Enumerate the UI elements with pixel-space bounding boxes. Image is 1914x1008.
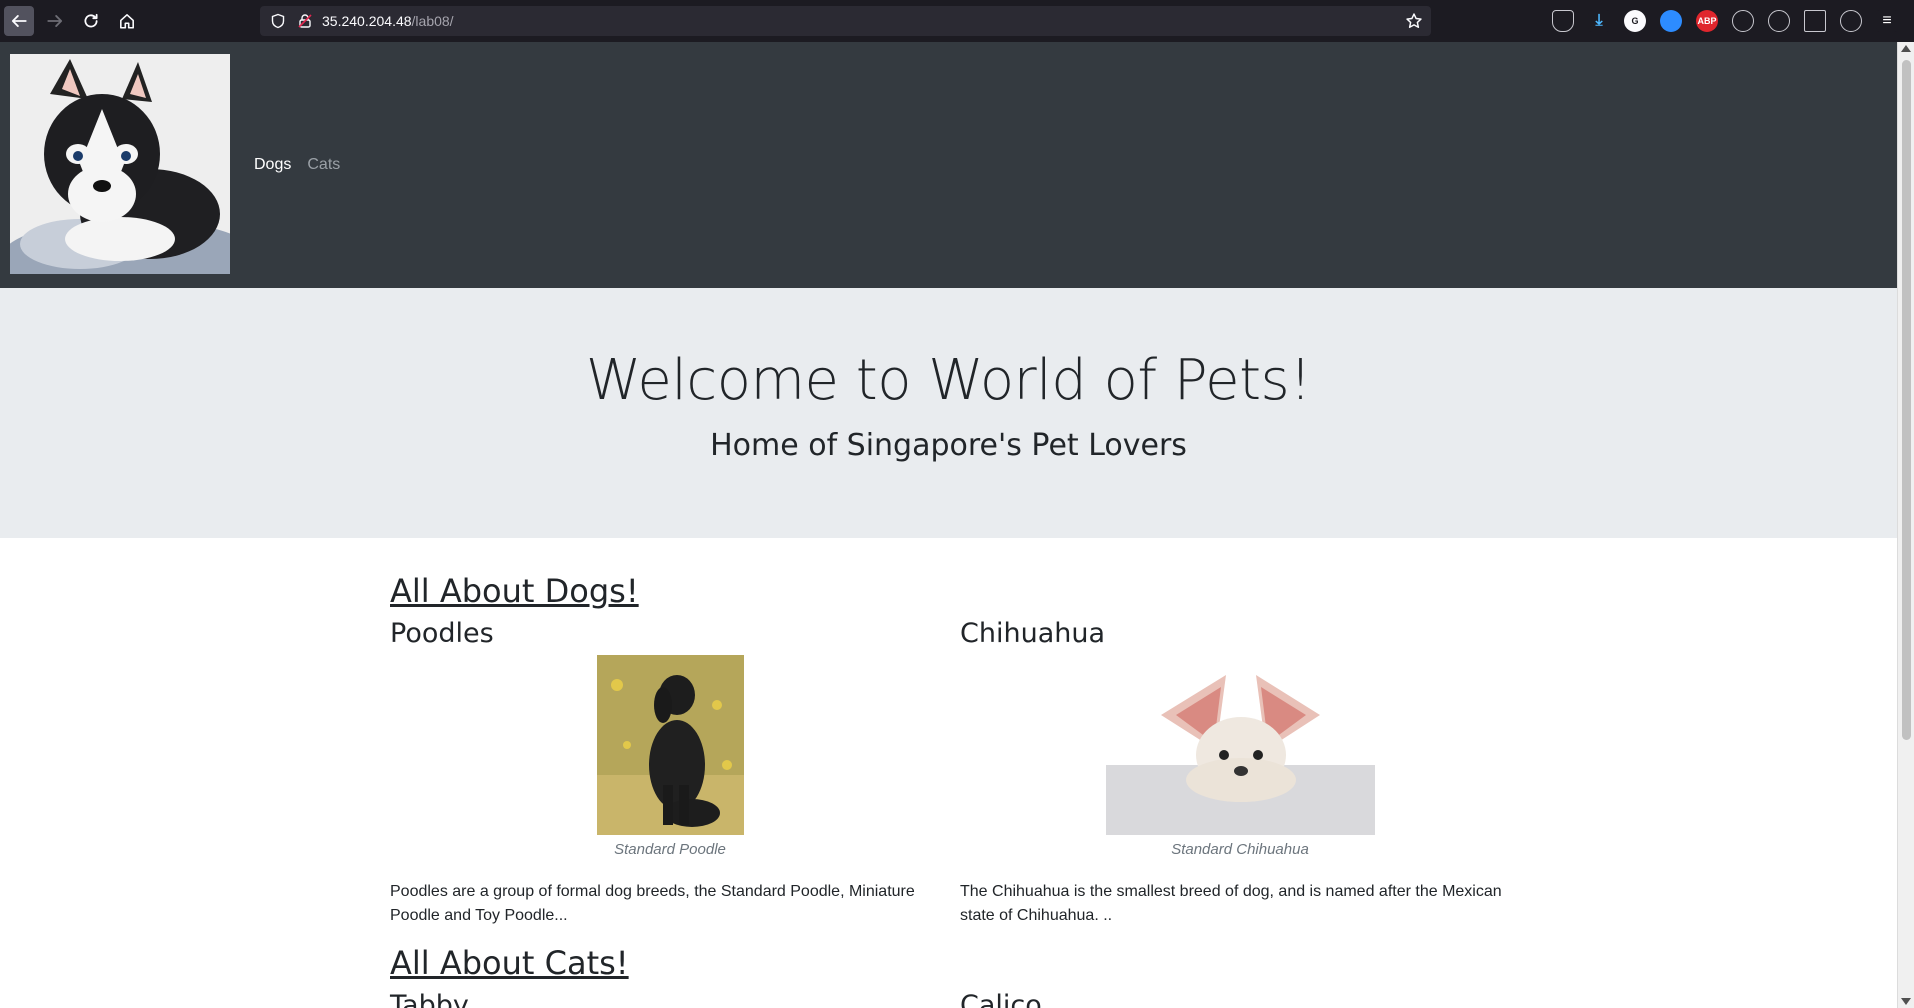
chihuahua-figure: Standard Chihuahua <box>960 655 1520 858</box>
menu-icon[interactable]: ≡ <box>1876 10 1898 32</box>
extension-icon-2[interactable] <box>1768 10 1790 32</box>
zoom-icon[interactable] <box>1660 10 1682 32</box>
cats-section-title[interactable]: All About Cats! <box>390 944 629 982</box>
nav-link-cats[interactable]: Cats <box>307 156 340 174</box>
home-icon <box>120 14 134 29</box>
grammarly-icon[interactable]: G <box>1624 10 1646 32</box>
shield-icon[interactable] <box>270 13 286 29</box>
chihuahua-caption: Standard Chihuahua <box>1171 841 1309 858</box>
page-viewport: Dogs Cats Welcome to World of Pets! Home… <box>0 42 1897 1008</box>
address-bar[interactable]: 35.240.204.48/lab08/ <box>260 6 1431 36</box>
hero-jumbotron: Welcome to World of Pets! Home of Singap… <box>0 288 1897 538</box>
back-button[interactable] <box>4 6 34 36</box>
adblock-icon[interactable]: ABP <box>1696 10 1718 32</box>
poodles-description: Poodles are a group of formal dog breeds… <box>390 883 915 924</box>
cat-card-calico: Calico <box>960 990 1520 1008</box>
insecure-lock-icon[interactable] <box>297 13 313 29</box>
dog-card-poodles: Poodles Standard Poodle Poodles are a gr… <box>390 618 950 928</box>
download-icon[interactable]: ⤓ <box>1588 10 1610 32</box>
scroll-up-arrow-icon[interactable] <box>1901 45 1911 52</box>
reload-button[interactable] <box>76 6 106 36</box>
extension-toolbar: ⤓ G ABP ≡ <box>1552 10 1912 32</box>
url-host: 35.240.204.48 <box>322 13 412 29</box>
scroll-down-arrow-icon[interactable] <box>1901 998 1911 1005</box>
poodle-caption: Standard Poodle <box>614 841 726 858</box>
grid-icon[interactable] <box>1804 10 1826 32</box>
nav-links: Dogs Cats <box>254 156 340 174</box>
extension-icon-3[interactable] <box>1840 10 1862 32</box>
tabby-title: Tabby <box>390 990 469 1008</box>
forward-button[interactable] <box>40 6 70 36</box>
chihuahua-title: Chihuahua <box>960 618 1106 649</box>
dog-card-chihuahua: Chihuahua Standard Chihuahua The Chihuah… <box>960 618 1520 928</box>
dogs-section-title[interactable]: All About Dogs! <box>390 572 639 610</box>
calico-title: Calico <box>960 990 1042 1008</box>
chihuahua-description: The Chihuahua is the smallest breed of d… <box>960 883 1502 924</box>
extension-icon-1[interactable] <box>1732 10 1754 32</box>
scroll-thumb[interactable] <box>1902 60 1911 740</box>
pocket-icon[interactable] <box>1552 10 1574 32</box>
browser-toolbar: 35.240.204.48/lab08/ ⤓ G ABP ≡ <box>0 0 1914 42</box>
reload-icon <box>84 13 98 28</box>
hero-title: Welcome to World of Pets! <box>585 348 1312 413</box>
back-arrow-icon <box>11 15 27 27</box>
home-button[interactable] <box>112 6 142 36</box>
url-path: /lab08/ <box>411 13 454 29</box>
husky-puppy-image <box>10 54 230 274</box>
site-navbar: Dogs Cats <box>0 42 1897 288</box>
page-scrollbar[interactable] <box>1897 42 1914 1008</box>
hero-subtitle: Home of Singapore's Pet Lovers <box>710 428 1187 463</box>
cat-card-tabby: Tabby <box>390 990 950 1008</box>
poodle-figure: Standard Poodle <box>390 655 950 858</box>
bookmark-star-icon[interactable] <box>1405 12 1423 30</box>
forward-arrow-icon <box>47 15 63 27</box>
poodle-image[interactable] <box>596 655 744 835</box>
nav-link-dogs[interactable]: Dogs <box>254 156 291 174</box>
poodles-title: Poodles <box>390 618 494 649</box>
chihuahua-image[interactable] <box>1105 655 1375 835</box>
url-text[interactable]: 35.240.204.48/lab08/ <box>322 13 454 29</box>
husky-puppy-logo[interactable] <box>10 54 230 274</box>
